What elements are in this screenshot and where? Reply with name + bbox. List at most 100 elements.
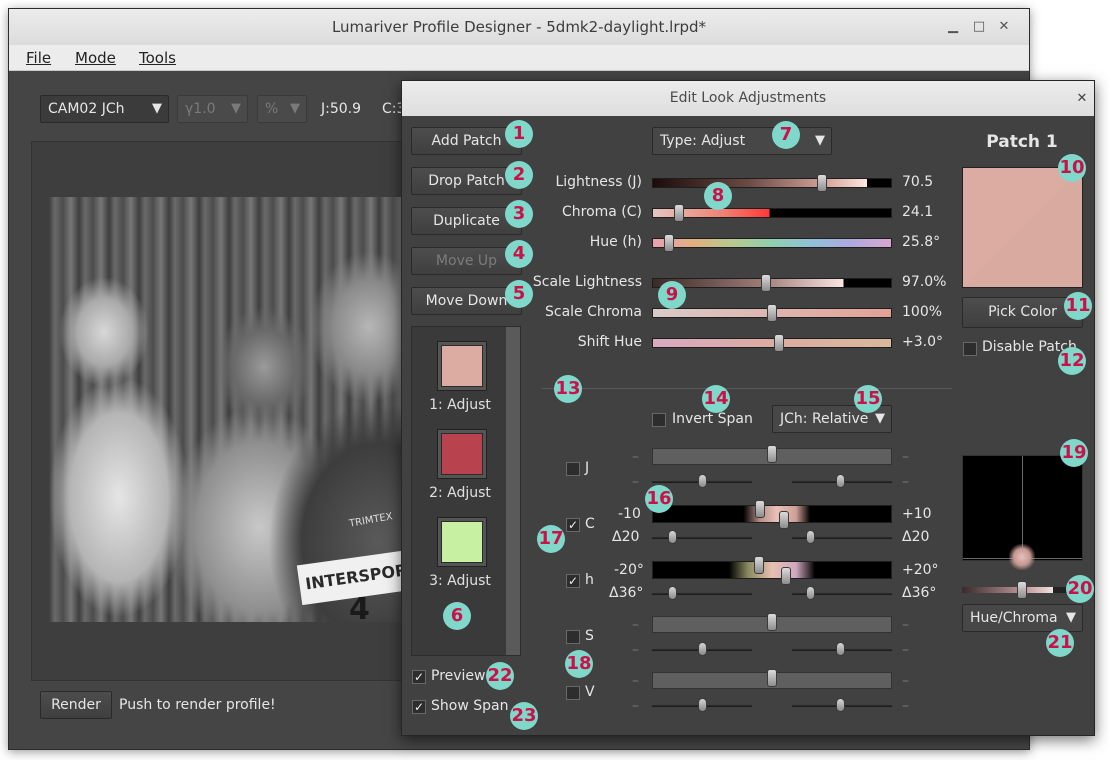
unit-select[interactable]: % ▼ (257, 95, 307, 123)
span-v-checkbox[interactable] (566, 686, 580, 700)
colorspace-select[interactable]: CAM02 JCh ▼ (40, 95, 169, 123)
preview-image: INTERSPORT 4 TRIMTEX (49, 197, 431, 627)
span-h-min: -20° (614, 562, 644, 578)
span-h-checkbox[interactable]: ✓ (566, 574, 580, 588)
patch-swatch-1[interactable] (437, 341, 487, 391)
show-span-label: Show Span (431, 698, 509, 714)
span-v-max: – (902, 673, 909, 689)
plot-zoom-handle[interactable] (1017, 581, 1027, 599)
dialog-close-icon[interactable]: ✕ (1070, 81, 1094, 116)
annotation-badge-12: 12 (1058, 347, 1086, 375)
patch-swatch-3[interactable] (437, 517, 487, 567)
span-h-feather-left-handle[interactable] (668, 586, 677, 600)
span-v-handle[interactable] (767, 669, 777, 687)
span-h-feather-right-handle[interactable] (806, 586, 815, 600)
span-h-range[interactable] (652, 561, 892, 579)
type-select[interactable]: Type: Adjust ▼ (652, 127, 832, 155)
annotation-badge-18: 18 (565, 650, 593, 678)
span-c-checkbox[interactable]: ✓ (566, 518, 580, 532)
scale-lightness-slider-handle[interactable] (761, 274, 771, 292)
span-j-dmin: – (632, 474, 639, 490)
span-c-label: C (585, 516, 595, 532)
patch-label-3[interactable]: 3: Adjust (412, 573, 508, 589)
span-v-feather-left-handle[interactable] (698, 698, 707, 712)
shift-hue-value: +3.0° (902, 334, 943, 350)
gamma-select[interactable]: γ1.0 ▼ (177, 95, 248, 123)
menu-mode[interactable]: Mode (75, 45, 116, 71)
patch-list-scrollbar[interactable] (506, 327, 520, 655)
preview-label: Preview (431, 668, 486, 684)
hue-slider-handle[interactable] (664, 234, 674, 252)
span-c-range[interactable] (652, 505, 892, 523)
span-s-dmax: – (902, 642, 909, 658)
annotation-badge-23: 23 (510, 702, 538, 730)
maximize-icon[interactable]: □ (966, 9, 992, 45)
lightness-slider-track[interactable] (652, 178, 892, 188)
patch-swatch-2[interactable] (437, 429, 487, 479)
span-c-min: -10 (618, 506, 641, 522)
span-h-handle-low[interactable] (754, 556, 764, 574)
span-c-feather-right-handle[interactable] (806, 530, 815, 544)
annotation-badge-8: 8 (704, 182, 732, 210)
shift-hue-slider-track[interactable] (652, 338, 892, 348)
span-s-feather-right-handle[interactable] (836, 642, 845, 656)
menu-file[interactable]: File (26, 45, 51, 71)
chroma-slider-track[interactable] (652, 208, 892, 218)
hue-value: 25.8° (902, 234, 941, 250)
span-j-handle[interactable] (767, 445, 777, 463)
span-s-max: – (902, 617, 909, 633)
annotation-badge-20: 20 (1066, 575, 1094, 603)
scale-chroma-slider-handle[interactable] (767, 304, 777, 322)
span-s-checkbox[interactable] (566, 630, 580, 644)
span-c-handle-low[interactable] (755, 500, 765, 518)
render-button[interactable]: Render (40, 691, 112, 719)
patch-color (441, 433, 483, 475)
hue-slider-track[interactable] (652, 238, 892, 248)
patch-label-2[interactable]: 2: Adjust (412, 485, 508, 501)
span-s-label: S (585, 628, 594, 644)
minimize-icon[interactable]: ▁ (940, 9, 966, 45)
patch-color-preview (962, 167, 1083, 288)
patch-label-1[interactable]: 1: Adjust (412, 397, 508, 413)
annotation-badge-11: 11 (1064, 292, 1092, 320)
show-span-checkbox[interactable]: ✓ (412, 700, 426, 714)
preview-checkbox[interactable]: ✓ (412, 670, 426, 684)
span-c-handle-high[interactable] (779, 511, 789, 529)
span-v-dmax: – (902, 698, 909, 714)
span-h-feather-left-track[interactable] (652, 593, 752, 595)
span-j-min: – (632, 449, 639, 465)
span-j-dmax: – (902, 474, 909, 490)
span-s-handle[interactable] (767, 613, 777, 631)
chroma-slider-handle[interactable] (674, 204, 684, 222)
invert-span-checkbox[interactable] (652, 413, 666, 427)
annotation-badge-21: 21 (1046, 629, 1074, 657)
disable-patch-checkbox[interactable] (963, 342, 977, 356)
menu-tools[interactable]: Tools (139, 45, 176, 71)
lightness-value: 70.5 (902, 174, 934, 190)
shift-hue-label: Shift Hue (577, 334, 642, 350)
lightness-slider-handle[interactable] (817, 174, 827, 192)
close-icon[interactable]: ✕ (991, 9, 1017, 45)
invert-span-label: Invert Span (672, 411, 753, 427)
annotation-badge-19: 19 (1060, 439, 1088, 467)
span-v-min: – (632, 673, 639, 689)
plot-patch-marker (1009, 544, 1035, 570)
span-j-feather-left-handle[interactable] (698, 474, 707, 488)
span-j-feather-right-handle[interactable] (836, 474, 845, 488)
span-c-feather-left-handle[interactable] (668, 530, 677, 544)
plot-mode-select[interactable]: Hue/Chroma ▼ (962, 604, 1083, 632)
span-h-handle-high[interactable] (781, 567, 791, 585)
chroma-label: Chroma (C) (561, 204, 642, 220)
span-s-dmin: – (632, 642, 639, 658)
shift-hue-slider-handle[interactable] (774, 334, 784, 352)
span-s-feather-left-handle[interactable] (698, 642, 707, 656)
main-titlebar: Lumariver Profile Designer - 5dmk2-dayli… (9, 9, 1029, 45)
span-j-checkbox[interactable] (566, 462, 580, 476)
scale-lightness-slider-track[interactable] (652, 278, 892, 288)
span-v-feather-right-handle[interactable] (836, 698, 845, 712)
span-h-max: +20° (902, 562, 939, 578)
hue-chroma-plot[interactable] (962, 455, 1083, 570)
span-j-max: – (902, 449, 909, 465)
span-h-dmax: Δ36° (902, 585, 937, 601)
span-c-feather-left-track[interactable] (652, 537, 752, 539)
